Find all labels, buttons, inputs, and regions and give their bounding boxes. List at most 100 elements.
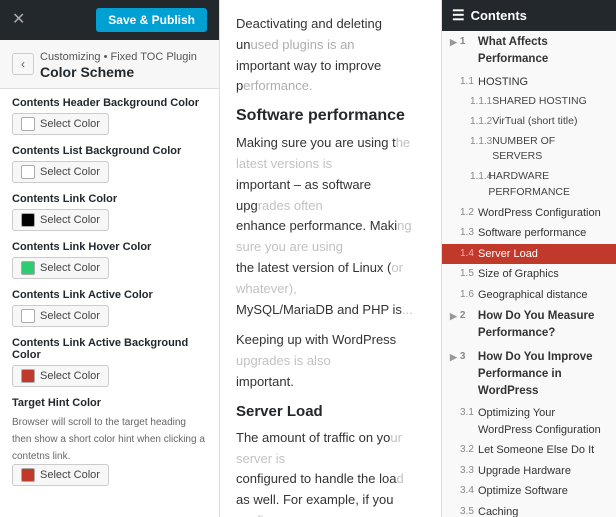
toc-item-text: Let Someone Else Do It [478, 442, 594, 459]
toc-item-9[interactable]: 1.5Size of Graphics [442, 264, 616, 285]
toc-item-3[interactable]: 1.1.2VirTual (short title) [442, 112, 616, 132]
para-2: Making sure you are using the latest ver… [236, 133, 425, 320]
toc-item-text: How Do You Measure Performance? [478, 308, 608, 343]
toc-item-14[interactable]: 3.2Let Someone Else Do It [442, 440, 616, 461]
para-3: Keeping up with WordPress upgrades is al… [236, 330, 425, 392]
toc-item-text: How Do You Improve Performance in WordPr… [478, 349, 608, 401]
toc-item-num: 1.1.2 [470, 114, 492, 129]
color-swatch-header-bg [21, 117, 35, 131]
heading-software: Software performance [236, 107, 425, 125]
toc-item-text: VirTual (short title) [492, 114, 577, 130]
color-label-header-bg: Contents Header Background Color [12, 97, 207, 109]
breadcrumb-sub: Customizing • Fixed TOC Plugin [40, 51, 197, 63]
toc-item-text: What Affects Performance [478, 34, 608, 69]
breadcrumb-area: ‹ Customizing • Fixed TOC Plugin Color S… [0, 40, 219, 89]
toc-item-num: 3.3 [460, 463, 478, 478]
toc-item-17[interactable]: 3.5Caching [442, 502, 616, 517]
close-button[interactable]: ✕ [12, 12, 25, 28]
color-label-list-bg: Contents List Background Color [12, 145, 207, 157]
toc-item-6[interactable]: 1.2WordPress Configuration [442, 203, 616, 224]
toc-item-5[interactable]: 1.1.4HARDWARE PERFORMANCE [442, 167, 616, 203]
toc-panel: ☰ Contents ▶1What Affects Performance1.1… [441, 0, 616, 517]
toc-item-text: Software performance [478, 225, 586, 242]
select-color-btn-hover[interactable]: Select Color [12, 257, 109, 279]
toc-item-num: 1.4 [460, 246, 478, 261]
toc-item-15[interactable]: 3.3Upgrade Hardware [442, 461, 616, 482]
toc-item-text: Geographical distance [478, 287, 587, 304]
color-label-link: Contents Link Color [12, 193, 207, 205]
toc-item-num: 3 [460, 349, 478, 364]
toc-item-num: 3.4 [460, 483, 478, 498]
toc-item-num: 1.5 [460, 266, 478, 281]
color-label-hover: Contents Link Hover Color [12, 241, 207, 253]
color-row-header-bg: Contents Header Background Color Select C… [12, 97, 207, 135]
heading-server-load: Server Load [236, 403, 425, 420]
panel-header: ✕ Save & Publish [0, 0, 219, 40]
color-row-list-bg: Contents List Background Color Select Col… [12, 145, 207, 183]
toc-item-text: Caching [478, 504, 518, 517]
main-content: Deactivating and deleting unused plugins… [220, 0, 441, 517]
select-color-btn-target-hint[interactable]: Select Color [12, 464, 109, 486]
toc-item-num: 2 [460, 308, 478, 323]
toc-list: ▶1What Affects Performance1.1HOSTING1.1.… [442, 31, 616, 517]
toc-item-num: 3.2 [460, 442, 478, 457]
toc-item-text: Optimizing Your WordPress Configuration [478, 405, 608, 438]
toc-item-4[interactable]: 1.1.3NUMBER OF SERVERS [442, 132, 616, 168]
toc-header: ☰ Contents [442, 0, 616, 31]
toc-item-num: 3.5 [460, 504, 478, 517]
color-swatch-hover [21, 261, 35, 275]
toc-item-num: 1 [460, 34, 478, 49]
color-row-hover: Contents Link Hover Color Select Color [12, 241, 207, 279]
toc-item-16[interactable]: 3.4Optimize Software [442, 481, 616, 502]
breadcrumb-title: Color Scheme [40, 64, 197, 80]
toc-item-num: 1.1 [460, 74, 478, 89]
toc-expand-icon: ▶ [450, 351, 457, 365]
toc-item-text: WordPress Configuration [478, 205, 601, 222]
select-color-btn-active-bg[interactable]: Select Color [12, 365, 109, 387]
para-1: Deactivating and deleting unused plugins… [236, 14, 425, 97]
color-label-target-hint: Target Hint Color [12, 397, 207, 409]
color-hint-target-hint: Browser will scroll to the target headin… [12, 417, 205, 462]
toc-item-text: HARDWARE PERFORMANCE [488, 169, 608, 201]
select-color-btn-header-bg[interactable]: Select Color [12, 113, 109, 135]
toc-icon: ☰ [452, 7, 465, 24]
toc-item-0[interactable]: ▶1What Affects Performance [442, 31, 616, 72]
toc-expand-icon: ▶ [450, 310, 457, 324]
left-panel: ✕ Save & Publish ‹ Customizing • Fixed T… [0, 0, 220, 517]
toc-item-text: SHARED HOSTING [492, 94, 587, 110]
toc-item-num: 1.2 [460, 205, 478, 220]
toc-item-11[interactable]: ▶2How Do You Measure Performance? [442, 305, 616, 346]
color-row-target-hint: Target Hint Color Browser will scroll to … [12, 397, 207, 486]
toc-item-num: 1.3 [460, 225, 478, 240]
color-label-active-bg: Contents Link Active Background Color [12, 337, 207, 361]
select-color-btn-list-bg[interactable]: Select Color [12, 161, 109, 183]
breadcrumb: Customizing • Fixed TOC Plugin Color Sch… [40, 48, 197, 80]
toc-item-text: Optimize Software [478, 483, 568, 500]
back-button[interactable]: ‹ [12, 53, 34, 75]
toc-item-text: Upgrade Hardware [478, 463, 571, 480]
toc-item-8[interactable]: 1.4Server Load [442, 244, 616, 265]
toc-item-7[interactable]: 1.3Software performance [442, 223, 616, 244]
select-color-btn-active[interactable]: Select Color [12, 305, 109, 327]
toc-item-text: HOSTING [478, 74, 528, 91]
toc-item-13[interactable]: 3.1Optimizing Your WordPress Configurati… [442, 403, 616, 440]
color-swatch-target-hint [21, 468, 35, 482]
toc-item-12[interactable]: ▶3How Do You Improve Performance in Word… [442, 346, 616, 404]
color-swatch-active [21, 309, 35, 323]
color-label-active: Contents Link Active Color [12, 289, 207, 301]
toc-title: Contents [471, 8, 527, 23]
color-row-active-bg: Contents Link Active Background Color Sel… [12, 337, 207, 387]
color-swatch-list-bg [21, 165, 35, 179]
toc-item-2[interactable]: 1.1.1SHARED HOSTING [442, 92, 616, 112]
toc-item-text: Server Load [478, 246, 538, 263]
select-color-btn-link[interactable]: Select Color [12, 209, 109, 231]
toc-item-num: 1.6 [460, 287, 478, 302]
toc-item-1[interactable]: 1.1HOSTING [442, 72, 616, 93]
toc-item-num: 3.1 [460, 405, 478, 420]
color-swatch-link [21, 213, 35, 227]
save-publish-button[interactable]: Save & Publish [96, 8, 207, 32]
toc-item-text: NUMBER OF SERVERS [492, 134, 608, 166]
color-row-link: Contents Link Color Select Color [12, 193, 207, 231]
toc-item-10[interactable]: 1.6Geographical distance [442, 285, 616, 306]
toc-item-text: Size of Graphics [478, 266, 559, 283]
